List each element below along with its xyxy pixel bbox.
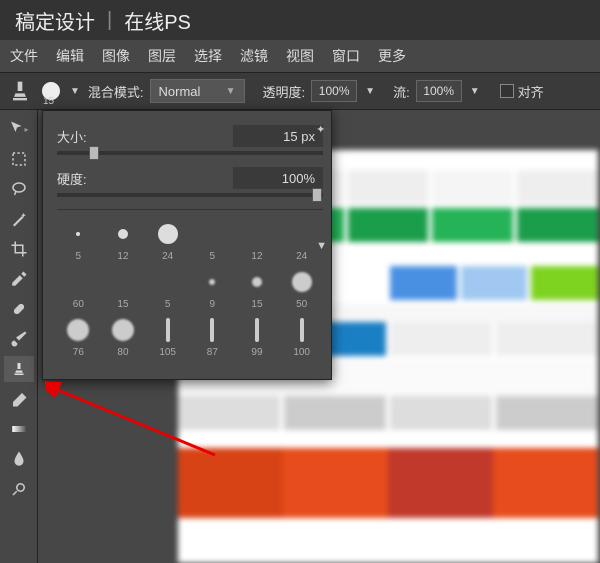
brush-preset-grid: 5122451224601559155076801058799100 bbox=[57, 209, 323, 358]
toolbox: ▸ bbox=[0, 110, 38, 563]
flow-input[interactable]: 100% bbox=[416, 80, 462, 102]
brush-preset-item[interactable]: 5 bbox=[146, 264, 189, 310]
brush-hardness-slider[interactable] bbox=[57, 193, 323, 197]
menu-window[interactable]: 窗口 bbox=[332, 46, 360, 66]
brush-preset-item[interactable]: 15 bbox=[102, 264, 145, 310]
brush-preset-item[interactable]: 76 bbox=[57, 312, 100, 358]
brush-preset-item[interactable]: 80 bbox=[102, 312, 145, 358]
panel-settings-icon[interactable]: ✦ bbox=[316, 123, 327, 136]
brush-preset-item[interactable]: 12 bbox=[102, 216, 145, 262]
menu-filter[interactable]: 滤镜 bbox=[240, 46, 268, 66]
brush-hardness-label: 硬度: bbox=[57, 169, 233, 188]
brush-preset-item[interactable]: 99 bbox=[236, 312, 279, 358]
lasso-tool-icon[interactable] bbox=[4, 176, 34, 202]
dropdown-triangle-icon[interactable]: ▼ bbox=[365, 86, 375, 97]
brand-name: 稿定设计 bbox=[15, 6, 95, 35]
blur-tool-icon[interactable] bbox=[4, 446, 34, 472]
opacity-input[interactable]: 100% bbox=[311, 80, 357, 102]
title-bar: 稿定设计 | 在线PS bbox=[0, 0, 600, 40]
brush-preset-panel: ✦ ▼ 大小: 15 px 硬度: 100% 51224512246015591… bbox=[42, 110, 332, 380]
brush-preset-item[interactable]: 50 bbox=[280, 264, 323, 310]
blend-mode-label: 混合模式: bbox=[88, 82, 144, 101]
current-tool-stamp-icon[interactable] bbox=[6, 77, 34, 105]
brush-preset-item[interactable]: 15 bbox=[236, 264, 279, 310]
brush-size-slider[interactable] bbox=[57, 151, 323, 155]
menu-layer[interactable]: 图层 bbox=[148, 46, 176, 66]
menu-edit[interactable]: 编辑 bbox=[56, 46, 84, 66]
menu-view[interactable]: 视图 bbox=[286, 46, 314, 66]
menu-select[interactable]: 选择 bbox=[194, 46, 222, 66]
blend-mode-value: Normal bbox=[159, 84, 201, 99]
options-bar: 15 ▼ 混合模式: Normal ▼ 透明度: 100% ▼ 流: 100% … bbox=[0, 72, 600, 110]
brush-preset-item[interactable]: 100 bbox=[280, 312, 323, 358]
align-checkbox[interactable] bbox=[500, 84, 514, 98]
crop-tool-icon[interactable] bbox=[4, 236, 34, 262]
dropdown-triangle-icon[interactable]: ▼ bbox=[470, 86, 480, 97]
blend-mode-dropdown[interactable]: Normal ▼ bbox=[150, 79, 245, 103]
stamp-tool-icon[interactable] bbox=[4, 356, 34, 382]
opacity-label: 透明度: bbox=[263, 82, 306, 101]
panel-collapse-icon[interactable]: ▼ bbox=[316, 240, 327, 252]
healing-tool-icon[interactable] bbox=[4, 296, 34, 322]
brush-tool-icon[interactable] bbox=[4, 326, 34, 352]
brush-preset-item[interactable]: 9 bbox=[191, 264, 234, 310]
menu-file[interactable]: 文件 bbox=[10, 46, 38, 66]
menu-bar: 文件 编辑 图像 图层 选择 滤镜 视图 窗口 更多 bbox=[0, 40, 600, 72]
brush-preset-item[interactable]: 87 bbox=[191, 312, 234, 358]
brush-size-indicator: 15 bbox=[43, 96, 54, 107]
brush-size-label: 大小: bbox=[57, 127, 233, 146]
dodge-tool-icon[interactable] bbox=[4, 476, 34, 502]
brush-preset-item[interactable]: 12 bbox=[236, 216, 279, 262]
product-name: 在线PS bbox=[124, 6, 191, 35]
marquee-tool-icon[interactable] bbox=[4, 146, 34, 172]
brush-preset-item[interactable]: 24 bbox=[146, 216, 189, 262]
brush-preset-item[interactable]: 5 bbox=[191, 216, 234, 262]
brush-preset-item[interactable]: 5 bbox=[57, 216, 100, 262]
flow-label: 流: bbox=[393, 82, 410, 101]
gradient-tool-icon[interactable] bbox=[4, 416, 34, 442]
wand-tool-icon[interactable] bbox=[4, 206, 34, 232]
title-separator: | bbox=[107, 9, 112, 32]
eraser-tool-icon[interactable] bbox=[4, 386, 34, 412]
brush-size-input[interactable]: 15 px bbox=[233, 125, 323, 147]
menu-more[interactable]: 更多 bbox=[378, 46, 406, 66]
brush-preset-item[interactable]: 105 bbox=[146, 312, 189, 358]
dropdown-triangle-icon: ▼ bbox=[70, 86, 80, 97]
eyedropper-tool-icon[interactable] bbox=[4, 266, 34, 292]
brush-preset-item[interactable]: 60 bbox=[57, 264, 100, 310]
brush-hardness-input[interactable]: 100% bbox=[233, 167, 323, 189]
move-tool-icon[interactable]: ▸ bbox=[4, 116, 34, 142]
brush-preset-selector[interactable]: 15 ▼ bbox=[40, 77, 82, 105]
dropdown-triangle-icon: ▼ bbox=[226, 86, 236, 97]
align-label: 对齐 bbox=[518, 82, 544, 101]
menu-image[interactable]: 图像 bbox=[102, 46, 130, 66]
